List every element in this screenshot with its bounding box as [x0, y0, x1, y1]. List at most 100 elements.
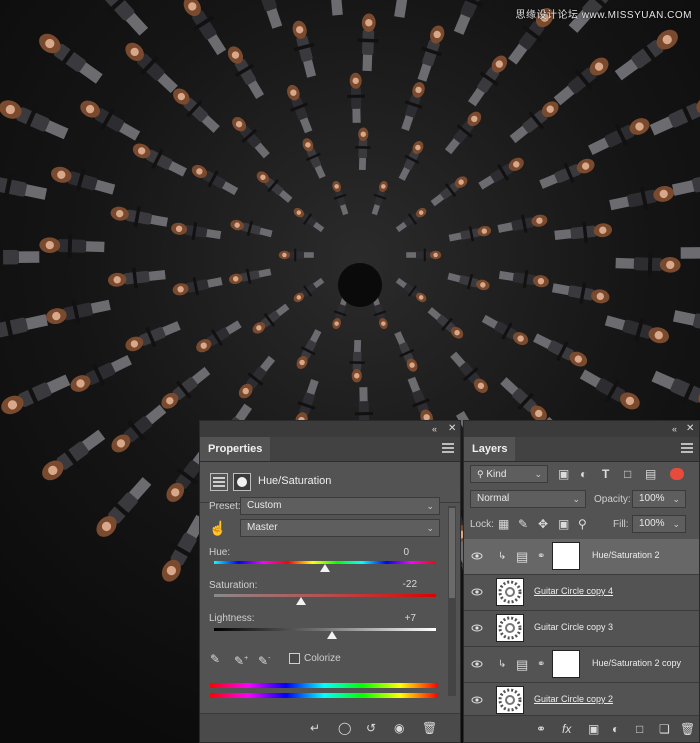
preset-dropdown[interactable]: Custom ⌄	[240, 497, 440, 515]
figure-shape	[125, 321, 181, 352]
add-mask-icon[interactable]: ▣	[588, 721, 599, 737]
hue-slider-thumb[interactable]	[320, 564, 330, 572]
figure-shape	[357, 13, 379, 72]
layer-row[interactable]: Guitar Circle copy 2	[464, 683, 699, 719]
layers-tabbar: Layers	[464, 437, 699, 462]
layer-name[interactable]: Hue/Saturation 2	[592, 550, 660, 560]
figure-shape	[478, 157, 524, 190]
filter-pixel-icon[interactable]: ▣	[558, 466, 569, 482]
mask-link-icon[interactable]: ⚭	[537, 549, 545, 565]
tab-properties[interactable]: Properties	[200, 437, 271, 461]
reset-icon[interactable]: ↺	[366, 720, 376, 736]
figure-shape	[539, 158, 595, 189]
eyedropper-icon[interactable]: ✎	[210, 651, 220, 667]
visibility-icon[interactable]: ◉	[394, 720, 404, 736]
hand-target-icon[interactable]: ☝	[209, 520, 226, 536]
layers-topbar: « ✕	[464, 421, 699, 437]
eye-icon[interactable]	[471, 586, 483, 598]
saturation-value[interactable]: -22	[377, 579, 417, 590]
layer-thumbnail[interactable]	[496, 614, 524, 642]
mask-link-icon[interactable]: ⚭	[537, 657, 545, 673]
lock-transparency-icon[interactable]: ▦	[498, 516, 509, 532]
link-icon[interactable]: ⚭	[536, 721, 546, 737]
eyedropper-plus-icon[interactable]: ✎+	[234, 651, 248, 669]
new-layer-icon[interactable]: ❏	[659, 721, 670, 737]
output-color-bar	[210, 693, 438, 698]
properties-scrollbar[interactable]	[448, 506, 456, 696]
figure-shape	[42, 429, 106, 481]
mask-icon[interactable]	[233, 473, 251, 491]
layer-name[interactable]: Guitar Circle copy 4	[534, 586, 613, 596]
trash-icon[interactable]: 🗑	[680, 721, 695, 737]
lock-artboard-icon[interactable]: ▣	[558, 516, 569, 532]
layer-mask-thumbnail[interactable]	[552, 542, 580, 570]
colorize-checkbox[interactable]	[289, 653, 300, 664]
layer-row[interactable]: ↳ ▤ ⚭ Hue/Saturation 2 copy	[464, 647, 699, 683]
fill-field[interactable]: 100% ⌄	[632, 515, 686, 533]
center-void	[338, 263, 382, 307]
figure-shape	[651, 370, 700, 410]
eye-icon[interactable]	[471, 550, 483, 562]
figure-shape	[196, 320, 242, 353]
saturation-label: Saturation:	[209, 580, 258, 591]
collapse-icon[interactable]: «	[672, 421, 677, 437]
layers-footer: ⚭ fx ▣ ◐ □ ❏ 🗑	[464, 715, 699, 742]
filter-kind-value: Kind	[486, 469, 507, 480]
preset-value: Custom	[247, 500, 282, 511]
fx-icon[interactable]: fx	[562, 721, 571, 737]
saturation-slider-thumb[interactable]	[295, 597, 306, 605]
scrollbar-thumb[interactable]	[449, 508, 455, 598]
close-icon[interactable]: ✕	[448, 421, 456, 437]
filter-toggle-icon[interactable]	[670, 468, 684, 480]
trash-icon[interactable]: 🗑	[422, 720, 437, 736]
collapse-icon[interactable]: «	[432, 421, 437, 437]
group-icon[interactable]: □	[636, 721, 643, 737]
lightness-slider-thumb[interactable]	[326, 631, 337, 639]
hue-value[interactable]: 0	[369, 547, 409, 558]
lock-paint-icon[interactable]: ✎	[518, 516, 528, 532]
layer-row[interactable]: ↳ ▤ ⚭ Hue/Saturation 2	[464, 539, 699, 575]
adjustment-icon[interactable]	[210, 473, 228, 491]
lock-move-icon[interactable]: ✥	[538, 516, 548, 532]
layer-thumbnail[interactable]	[496, 686, 524, 714]
eye-icon[interactable]	[471, 622, 483, 634]
close-icon[interactable]: ✕	[686, 421, 694, 437]
figure-shape	[680, 247, 700, 259]
lightness-slider-track[interactable]	[214, 628, 436, 631]
eyedropper-minus-icon[interactable]: ✎-	[258, 651, 270, 669]
layer-name[interactable]: Hue/Saturation 2 copy	[592, 658, 681, 668]
filter-type-icon[interactable]: T	[602, 466, 609, 482]
figure-shape	[588, 118, 650, 155]
filter-shape-icon[interactable]: □	[624, 466, 631, 482]
adjustment-layer-icon[interactable]: ◐	[612, 721, 619, 737]
channel-dropdown[interactable]: Master ⌄	[240, 519, 440, 537]
filter-smart-object-icon[interactable]: ▤	[645, 466, 656, 482]
filter-adjustment-icon[interactable]: ◐	[580, 466, 587, 482]
layer-thumbnail[interactable]	[496, 578, 524, 606]
blend-mode-dropdown[interactable]: Normal ⌄	[470, 490, 586, 508]
eye-icon[interactable]	[471, 658, 483, 670]
figure-shape	[371, 180, 388, 216]
view-previous-icon[interactable]: ◯	[338, 720, 351, 736]
figure-shape	[417, 25, 445, 82]
saturation-slider-track[interactable]	[214, 594, 436, 597]
figure-shape	[108, 267, 166, 289]
layer-filter-dropdown[interactable]: ⚲ Kind ⌄	[470, 465, 548, 483]
lock-all-icon[interactable]: ⚲	[578, 516, 587, 532]
layer-row[interactable]: Guitar Circle copy 4	[464, 575, 699, 611]
panel-menu-icon[interactable]	[442, 442, 454, 454]
properties-tabbar: Properties	[200, 437, 460, 462]
layer-name[interactable]: Guitar Circle copy 3	[534, 622, 613, 632]
opacity-field[interactable]: 100% ⌄	[632, 490, 686, 508]
figure-shape	[252, 303, 290, 334]
tab-layers[interactable]: Layers	[464, 437, 516, 461]
lightness-value[interactable]: +7	[376, 613, 416, 624]
clip-to-layer-icon[interactable]: ↵	[310, 720, 320, 736]
layer-row[interactable]: Guitar Circle copy 3	[464, 611, 699, 647]
layer-name[interactable]: Guitar Circle copy 2	[534, 694, 613, 704]
figure-shape	[447, 272, 490, 291]
figure-shape	[649, 95, 700, 136]
eye-icon[interactable]	[471, 694, 483, 706]
layer-mask-thumbnail[interactable]	[552, 650, 580, 678]
panel-menu-icon[interactable]	[681, 442, 693, 454]
